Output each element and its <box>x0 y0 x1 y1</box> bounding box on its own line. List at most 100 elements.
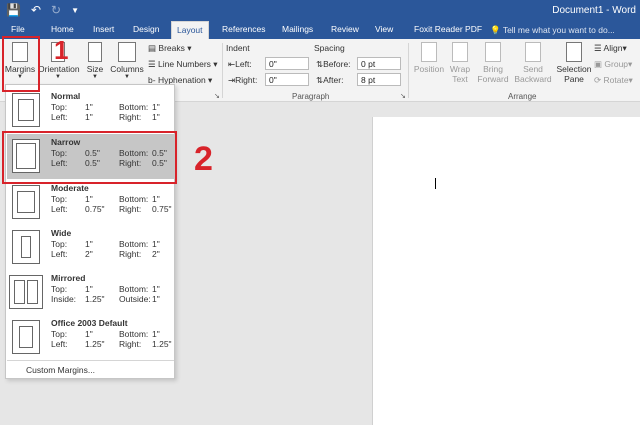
top-label: Top: <box>51 102 68 112</box>
customize-icon[interactable]: ▼ <box>71 6 79 17</box>
tab-design[interactable]: Design <box>133 24 159 34</box>
top-value: 1" <box>85 102 93 112</box>
tell-me-text: Tell me what you want to do... <box>502 25 615 35</box>
tab-review[interactable]: Review <box>331 24 359 34</box>
selection-pane-button[interactable]: Selection Pane <box>556 42 592 84</box>
bring-forward-button[interactable]: Bring Forward <box>475 42 511 84</box>
mirrored-margins-icon <box>9 275 43 309</box>
option-name: Office 2003 Default <box>51 318 128 328</box>
spacing-title: Spacing <box>314 43 345 53</box>
wrap-text-icon <box>452 42 468 62</box>
tab-home[interactable]: Home <box>51 24 74 34</box>
top-label: Top: <box>51 194 68 204</box>
indent-right-input[interactable]: 0" <box>265 73 309 86</box>
custom-margins-item[interactable]: Custom Margins... <box>26 365 95 375</box>
right-value: 0.75" <box>152 204 172 214</box>
indent-left-input[interactable]: 0" <box>265 57 309 70</box>
outside-value: 1" <box>152 294 160 304</box>
before-input[interactable]: 0 pt <box>357 57 401 70</box>
left-label: Left: <box>51 112 68 122</box>
top-label: Top: <box>51 329 68 339</box>
indent-left-label: ⇤Left: <box>228 59 252 69</box>
wide-margins-icon <box>12 230 40 264</box>
columns-button[interactable]: Columns ▼ <box>109 42 145 80</box>
bring-forward-label: Bring Forward <box>477 64 509 84</box>
top-value: 1" <box>85 239 93 249</box>
outside-label: Outside: <box>119 294 151 304</box>
margins-dropdown: Normal Top: 1" Bottom: 1" Left: 1" Right… <box>5 84 175 379</box>
size-icon <box>88 42 102 62</box>
position-button[interactable]: Position <box>412 42 446 74</box>
rotate-button[interactable]: ⟳ Rotate▾ <box>594 75 633 86</box>
tab-mailings[interactable]: Mailings <box>282 24 313 34</box>
selection-pane-label: Selection Pane <box>556 64 592 84</box>
moderate-margins-icon <box>12 185 40 219</box>
bottom-label: Bottom: <box>119 284 149 294</box>
breaks-label: Breaks <box>158 43 185 53</box>
left-label: Left: <box>51 339 68 349</box>
lightbulb-icon: 💡 <box>490 25 501 35</box>
annotation-number-1: 1 <box>54 35 69 65</box>
tab-layout[interactable]: Layout <box>171 21 209 39</box>
margin-option-moderate[interactable]: Moderate Top: 1" Bottom: 1" Left: 0.75" … <box>7 180 174 225</box>
tab-insert[interactable]: Insert <box>93 24 114 34</box>
divider <box>222 43 223 98</box>
group-label: Group <box>604 59 629 69</box>
document-page[interactable] <box>372 117 640 425</box>
page-setup-launcher-icon[interactable]: ↘ <box>214 92 220 100</box>
left-value: 1" <box>85 112 93 122</box>
selection-pane-icon <box>566 42 582 62</box>
bottom-value: 1" <box>152 284 160 294</box>
margin-option-mirrored[interactable]: Mirrored Top: 1" Bottom: 1" Inside: 1.25… <box>7 270 174 315</box>
breaks-button[interactable]: ▤ Breaks ▾ <box>148 43 192 54</box>
before-label: ⇅Before: <box>316 59 351 69</box>
top-value: 1" <box>85 329 93 339</box>
send-backward-button[interactable]: Send Backward <box>513 42 553 84</box>
title-bar: 💾 ↶ ↻ ▼ Document1 - Word <box>0 0 640 21</box>
dropdown-arrow-icon: ▼ <box>55 74 61 80</box>
align-button[interactable]: ☰ Align▾ <box>594 43 627 54</box>
after-input[interactable]: 8 pt <box>357 73 401 86</box>
divider <box>408 43 409 98</box>
redo-icon[interactable]: ↻ <box>51 3 61 17</box>
text-cursor <box>435 178 436 189</box>
left-label: Left: <box>51 204 68 214</box>
option-name: Wide <box>51 228 72 238</box>
save-icon[interactable]: 💾 <box>6 3 21 17</box>
option-name: Normal <box>51 91 81 101</box>
tab-references[interactable]: References <box>222 24 265 34</box>
dropdown-arrow-icon: ▼ <box>92 74 98 80</box>
wrap-text-button[interactable]: Wrap Text <box>448 42 472 84</box>
line-numbers-icon: ☰ <box>148 59 156 69</box>
wrap-text-label: Wrap Text <box>449 64 471 84</box>
paragraph-launcher-icon[interactable]: ↘ <box>400 92 406 100</box>
indent-right-label: ⇥Right: <box>228 75 258 85</box>
margin-option-wide[interactable]: Wide Top: 1" Bottom: 1" Left: 2" Right: … <box>7 225 174 270</box>
right-label: Right: <box>119 204 142 214</box>
breaks-icon: ▤ <box>148 43 157 53</box>
arrange-group-label: Arrange <box>508 92 537 101</box>
bottom-value: 1" <box>152 239 160 249</box>
bottom-value: 1" <box>152 194 160 204</box>
tab-view[interactable]: View <box>375 24 393 34</box>
line-numbers-button[interactable]: ☰ Line Numbers ▾ <box>148 59 218 70</box>
normal-margins-icon <box>12 93 40 127</box>
margin-option-office-2003[interactable]: Office 2003 Default Top: 1" Bottom: 1" L… <box>7 315 174 360</box>
inside-value: 1.25" <box>85 294 105 304</box>
size-label: Size <box>86 64 104 74</box>
left-value: 2" <box>85 249 93 259</box>
tab-file[interactable]: File <box>11 24 25 34</box>
menu-divider <box>7 360 174 361</box>
group-button[interactable]: ▣ Group▾ <box>594 59 632 70</box>
size-button[interactable]: Size ▼ <box>84 42 106 80</box>
tell-me-box[interactable]: 💡 Tell me what you want to do... <box>490 25 615 36</box>
bottom-label: Bottom: <box>119 329 149 339</box>
office-2003-margins-icon <box>12 320 40 354</box>
tab-foxit[interactable]: Foxit Reader PDF <box>414 24 482 34</box>
option-name: Mirrored <box>51 273 86 283</box>
margin-option-normal[interactable]: Normal Top: 1" Bottom: 1" Left: 1" Right… <box>7 88 174 133</box>
bottom-label: Bottom: <box>119 239 149 249</box>
undo-icon[interactable]: ↶ <box>31 3 41 17</box>
align-label: Align <box>603 43 623 53</box>
right-value: 1.25" <box>152 339 172 349</box>
